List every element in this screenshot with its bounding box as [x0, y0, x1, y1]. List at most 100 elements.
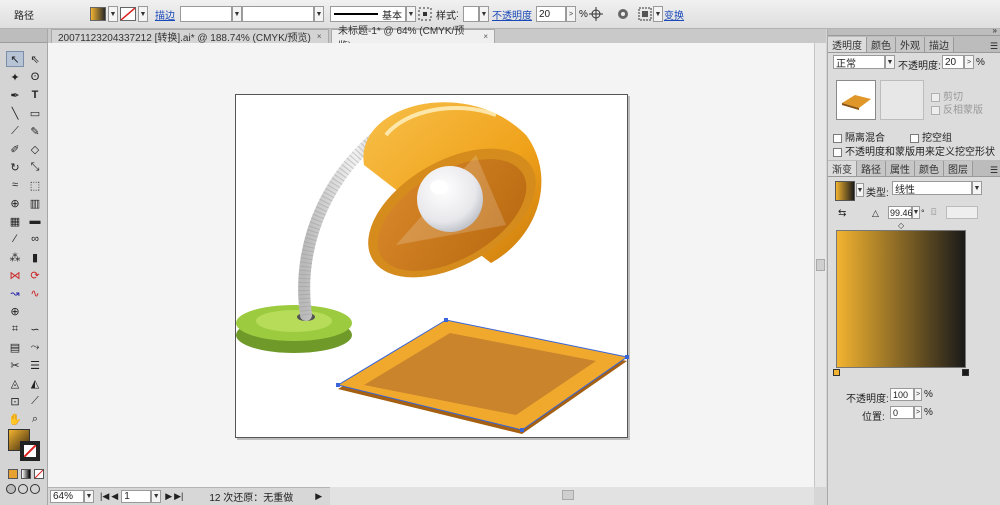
- vertical-scroll-thumb[interactable]: [816, 259, 825, 271]
- invert-mask-checkbox[interactable]: 反相蒙版: [931, 101, 983, 116]
- opacity-arrow[interactable]: >: [566, 6, 576, 22]
- live-paint-selection-icon[interactable]: ◭: [26, 375, 44, 391]
- stroke-weight-field[interactable]: ▼: [180, 5, 242, 23]
- blend-mode-select[interactable]: 正常 ▼: [833, 55, 895, 70]
- scale-tool-icon[interactable]: ⤡: [26, 159, 44, 175]
- blob-brush-tool-icon[interactable]: ✐: [6, 141, 24, 157]
- free-transform-tool-icon[interactable]: ⬚: [26, 177, 44, 193]
- symbol-sprayer-tool-icon[interactable]: ⁂: [6, 249, 24, 265]
- artboard-dropdown[interactable]: ▼: [151, 490, 162, 503]
- crosshair-tool-icon[interactable]: ⊕: [6, 303, 24, 319]
- crop-area-tool-icon[interactable]: ⊡: [6, 393, 24, 409]
- status-menu-icon[interactable]: ▶: [315, 491, 322, 502]
- style-dropdown[interactable]: ▼: [479, 6, 489, 22]
- slice-tool-icon[interactable]: ∽: [26, 321, 44, 337]
- gear-icon[interactable]: [616, 5, 630, 23]
- column-graph-tool-icon[interactable]: ▮: [26, 249, 44, 265]
- gradient-ramp[interactable]: [836, 230, 966, 368]
- mesh-tool-icon[interactable]: ▦: [6, 213, 24, 229]
- draw-modes[interactable]: [6, 484, 42, 496]
- panel-dock-header[interactable]: »: [828, 26, 1000, 36]
- variable-width-input[interactable]: [242, 6, 314, 22]
- gradient-type-value[interactable]: 线性: [892, 181, 972, 196]
- lamp-artwork[interactable]: [236, 95, 629, 439]
- draw-normal-icon[interactable]: [6, 484, 16, 494]
- gradient-type-dropdown[interactable]: ▼: [972, 181, 982, 195]
- gradient-angle-dropdown[interactable]: ▼: [912, 206, 920, 219]
- next-artboard-icon[interactable]: ▶: [165, 491, 172, 502]
- chart-tool-icon[interactable]: ⤳: [26, 339, 44, 355]
- gradient-opacity-arrow[interactable]: >: [914, 388, 922, 401]
- menu-lines-icon[interactable]: ☰: [26, 357, 44, 373]
- brush-definition[interactable]: 基本 ▼: [330, 5, 416, 23]
- paint-bucket-tool-icon[interactable]: ◬: [6, 375, 24, 391]
- selection-tool-icon[interactable]: ↖: [6, 51, 24, 67]
- anchor-point[interactable]: [444, 318, 448, 322]
- stroke-weight-dropdown[interactable]: ▼: [232, 6, 242, 22]
- fill-dropdown[interactable]: ▼: [108, 6, 118, 22]
- gradient-type-select[interactable]: 线性 ▼: [892, 181, 982, 196]
- warp-tool-icon[interactable]: ≈: [6, 177, 24, 193]
- stroke-dropdown[interactable]: ▼: [138, 6, 148, 22]
- gradient-location-field[interactable]: 0 > %: [890, 406, 933, 419]
- align-icon[interactable]: ▼: [638, 5, 663, 23]
- knockout-group-checkbox[interactable]: 挖空组: [910, 129, 952, 144]
- color-mode-icon[interactable]: [8, 469, 18, 479]
- collapse-panels-icon[interactable]: »: [993, 26, 997, 35]
- midpoint-diamond-icon[interactable]: ◇: [898, 221, 904, 230]
- gradient-mode-icon[interactable]: [21, 469, 31, 479]
- anchor-point[interactable]: [625, 355, 629, 359]
- tools-panel-header[interactable]: [0, 29, 47, 43]
- opacity-mask-knockout-checkbox[interactable]: 不透明度和蒙版用来定义挖空形状: [833, 143, 995, 158]
- isolate-blending-checkbox[interactable]: 隔离混合: [833, 129, 885, 144]
- pencil-tool-icon[interactable]: ✎: [26, 123, 44, 139]
- opacity-field[interactable]: 20 > %: [536, 5, 588, 23]
- variable-width-field[interactable]: ▼: [242, 5, 324, 23]
- gradient-angle-input[interactable]: 99.46: [888, 206, 913, 219]
- direct-selection-tool-icon[interactable]: ⇖: [26, 51, 44, 67]
- blend-mode-dropdown[interactable]: ▼: [885, 55, 895, 69]
- tab-color[interactable]: 颜色: [867, 37, 896, 52]
- object-thumbnail[interactable]: [836, 80, 876, 120]
- horizontal-scrollbar[interactable]: [330, 487, 814, 505]
- tab-transparency[interactable]: 透明度: [828, 37, 867, 52]
- transparency-opacity-input[interactable]: 20: [942, 55, 964, 69]
- zoom-tool-icon[interactable]: ⌕: [26, 411, 44, 427]
- vertical-scrollbar[interactable]: [814, 43, 826, 487]
- stroke-color-swatch[interactable]: [20, 441, 40, 461]
- pen-tool-icon[interactable]: ✒: [6, 87, 24, 103]
- reverse-gradient-icon[interactable]: ⇆: [838, 208, 846, 219]
- gradient-stop-left[interactable]: [833, 369, 840, 376]
- blend-mode-value[interactable]: 正常: [833, 55, 885, 70]
- none-mode-icon[interactable]: [34, 469, 44, 479]
- transparency-opacity-field[interactable]: 20 > %: [942, 55, 985, 69]
- panel-menu-icon[interactable]: ☰: [990, 41, 1000, 52]
- width-tool-icon[interactable]: ⋈: [6, 267, 24, 283]
- tab-attributes[interactable]: 属性: [886, 161, 915, 176]
- opacity-input[interactable]: 20: [536, 6, 566, 22]
- tab-color-guide[interactable]: 颜色: [915, 161, 944, 176]
- gradient-location-arrow[interactable]: >: [914, 406, 922, 419]
- zoom-dropdown[interactable]: ▼: [84, 490, 94, 503]
- close-icon[interactable]: ×: [483, 32, 488, 41]
- knife-tool-icon[interactable]: ⟋: [26, 393, 44, 409]
- last-artboard-icon[interactable]: ▶|: [174, 491, 183, 502]
- reshape-tool-icon[interactable]: ⟳: [26, 267, 44, 283]
- eraser-tool-icon[interactable]: ◇: [26, 141, 44, 157]
- gradient-angle-field[interactable]: 99.46 ▼ °: [888, 206, 925, 219]
- gradient-preview-swatch[interactable]: [835, 181, 855, 201]
- rotate-tool-icon[interactable]: ↻: [6, 159, 24, 175]
- recolor-artwork-icon[interactable]: [588, 5, 604, 23]
- variable-width-dropdown[interactable]: ▼: [314, 6, 324, 22]
- graph-tool-icon[interactable]: ▤: [6, 339, 24, 355]
- lamp-bulb[interactable]: [417, 166, 483, 232]
- opacity-mask-thumbnail[interactable]: [880, 80, 924, 120]
- opacity-panel-link[interactable]: 不透明度: [492, 5, 532, 23]
- gradient-tool-icon[interactable]: ▬: [26, 213, 44, 229]
- rectangle-tool-icon[interactable]: ▭: [26, 105, 44, 121]
- tab-pathfinder[interactable]: 路径: [857, 161, 886, 176]
- first-artboard-icon[interactable]: |◀: [100, 491, 109, 502]
- fill-swatch[interactable]: ▼: [90, 5, 118, 23]
- anchor-point[interactable]: [336, 383, 340, 387]
- close-icon[interactable]: ×: [317, 32, 322, 41]
